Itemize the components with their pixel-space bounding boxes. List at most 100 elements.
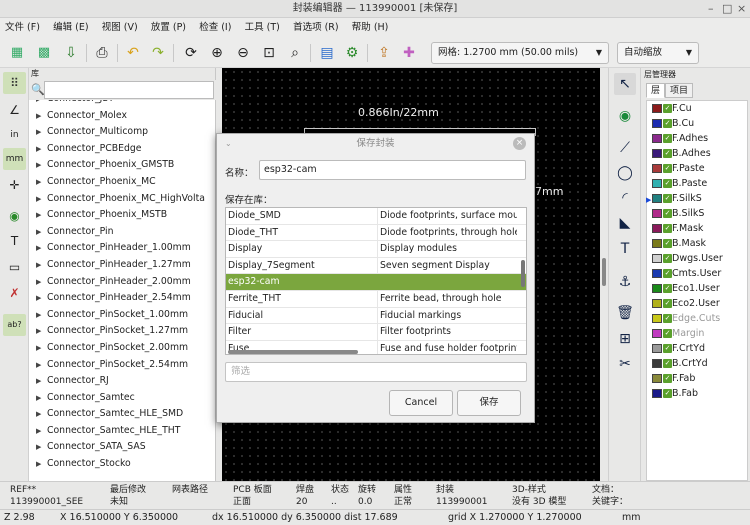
layer-color-swatch[interactable] xyxy=(652,329,662,338)
zoom-fit-icon[interactable]: ⊡ xyxy=(258,42,280,64)
grid-toggle-icon[interactable]: ⠿ xyxy=(3,72,26,94)
library-item[interactable]: ▶ Connector_PinSocket_1.27mm xyxy=(29,323,216,340)
library-item[interactable]: ▶ Connector_PinHeader_2.54mm xyxy=(29,290,216,307)
zoom-select[interactable]: 自动缩放 ▼ xyxy=(617,42,699,64)
library-item[interactable]: ▶ Connector_Phoenix_GMSTB xyxy=(29,157,216,174)
expand-arrow-icon[interactable]: ▶ xyxy=(36,423,47,440)
cursor-shape-icon[interactable]: ✛ xyxy=(3,174,26,196)
layer-color-swatch[interactable] xyxy=(652,149,662,158)
expand-arrow-icon[interactable]: ▶ xyxy=(36,257,47,274)
expand-arrow-icon[interactable]: ▶ xyxy=(36,406,47,423)
units-inch-icon[interactable]: in xyxy=(3,124,26,146)
graphic-sketch-icon[interactable]: ▭ xyxy=(3,256,26,278)
new-footprint-icon[interactable]: ▦ xyxy=(6,42,28,64)
zoom-in-icon[interactable]: ⊕ xyxy=(206,42,228,64)
table-row[interactable]: Display_7Segment Seven segment Display xyxy=(226,257,526,275)
layer-visible-checkbox[interactable]: ✓ xyxy=(663,359,672,368)
layer-visible-checkbox[interactable]: ✓ xyxy=(663,164,672,173)
layer-visible-checkbox[interactable]: ✓ xyxy=(663,194,672,203)
table-row[interactable]: Display Display modules xyxy=(226,241,526,258)
table-row[interactable]: Filter Filter footprints xyxy=(226,324,526,341)
library-item[interactable]: ▶ Connector_Samtec_HLE_THT xyxy=(29,423,216,440)
table-row[interactable]: esp32-cam xyxy=(226,274,526,291)
expand-arrow-icon[interactable]: ▶ xyxy=(36,274,47,291)
layer-color-swatch[interactable] xyxy=(652,374,662,383)
library-item[interactable]: ▶ Connector_Multicomp xyxy=(29,124,216,141)
maximize-icon[interactable]: □ xyxy=(722,0,732,18)
library-item[interactable]: ▶ Connector_PinHeader_1.00mm xyxy=(29,240,216,257)
layer-color-swatch[interactable] xyxy=(652,269,662,278)
scrollbar-thumb[interactable] xyxy=(602,258,606,286)
add-text-icon[interactable]: T xyxy=(614,238,636,260)
layer-visible-checkbox[interactable]: ✓ xyxy=(663,239,672,248)
layer-visible-checkbox[interactable]: ✓ xyxy=(663,299,672,308)
table-row[interactable]: Ferrite_THT Ferrite bead, through hole xyxy=(226,290,526,308)
layer-row[interactable]: ✓ Cmts.User xyxy=(647,266,747,281)
library-item[interactable]: ▶ Connector_Phoenix_MC xyxy=(29,174,216,191)
name-input[interactable]: esp32-cam xyxy=(259,160,526,180)
expand-arrow-icon[interactable]: ▶ xyxy=(36,373,47,390)
library-item[interactable]: ▶Connector_JST xyxy=(29,100,216,108)
layer-color-swatch[interactable] xyxy=(652,134,662,143)
cancel-button[interactable]: Cancel xyxy=(389,390,453,416)
insert-into-board-icon[interactable]: ✚ xyxy=(398,42,420,64)
show-library-icon[interactable]: ab? xyxy=(3,314,26,336)
layer-row[interactable]: ✓ F.Mask xyxy=(647,221,747,236)
menu-preferences[interactable]: 首选项 (R) xyxy=(288,18,344,38)
layer-row[interactable]: ✓ B.SilkS xyxy=(647,206,747,221)
layer-row[interactable]: ✓ F.Fab xyxy=(647,371,747,386)
units-mm-icon[interactable]: mm xyxy=(3,148,26,170)
library-item[interactable]: ▶ Connector_PinSocket_1.00mm xyxy=(29,307,216,324)
measure-icon[interactable]: ⊞ xyxy=(614,328,636,350)
text-sketch-icon[interactable]: T xyxy=(3,230,26,252)
add-arc-icon[interactable]: ◜ xyxy=(614,187,636,209)
filter-input[interactable]: 筛选 xyxy=(225,362,527,382)
layer-row[interactable]: ✓ Edge.Cuts xyxy=(647,311,747,326)
select-arrow-icon[interactable]: ↖ xyxy=(614,73,636,95)
layer-row[interactable]: ✓ B.Fab xyxy=(647,386,747,401)
load-from-board-icon[interactable]: ⇪ xyxy=(373,42,395,64)
refresh-icon[interactable]: ⟳ xyxy=(180,42,202,64)
library-item[interactable]: ▶ Connector_PinSocket_2.54mm xyxy=(29,357,216,374)
layer-visible-checkbox[interactable]: ✓ xyxy=(663,104,672,113)
library-item[interactable]: ▶ Connector_Samtec_HLE_SMD xyxy=(29,406,216,423)
expand-arrow-icon[interactable]: ▶ xyxy=(36,290,47,307)
library-item[interactable]: ▶ Connector_PinHeader_2.00mm xyxy=(29,274,216,291)
library-item[interactable]: ▶ Connector_Molex xyxy=(29,108,216,125)
print-icon[interactable]: ⎙ xyxy=(91,42,113,64)
library-item[interactable]: ▶ Connector_PinSocket_2.00mm xyxy=(29,340,216,357)
layer-color-swatch[interactable] xyxy=(652,209,662,218)
layer-row[interactable]: ✓ Eco1.User xyxy=(647,281,747,296)
interactive-delete-icon[interactable]: ✂ xyxy=(614,353,636,375)
library-search-input[interactable] xyxy=(44,81,214,99)
layer-color-swatch[interactable] xyxy=(652,389,662,398)
library-item[interactable]: ▶ Connector_Phoenix_MSTB xyxy=(29,207,216,224)
table-row[interactable]: Diode_THT Diode footprints, through hole xyxy=(226,224,526,242)
add-polygon-icon[interactable]: ◣ xyxy=(614,212,636,234)
expand-arrow-icon[interactable]: ▶ xyxy=(36,340,47,357)
layer-color-swatch[interactable] xyxy=(652,284,662,293)
layer-row[interactable]: ✓ Dwgs.User xyxy=(647,251,747,266)
layer-visible-checkbox[interactable]: ✓ xyxy=(663,179,672,188)
add-pad-icon[interactable]: ◉ xyxy=(614,105,636,127)
layer-color-swatch[interactable] xyxy=(652,179,662,188)
layer-color-swatch[interactable] xyxy=(652,224,662,233)
expand-arrow-icon[interactable]: ▶ xyxy=(36,174,47,191)
expand-arrow-icon[interactable]: ▶ xyxy=(36,224,47,241)
layer-row[interactable]: ▶ ✓ F.SilkS xyxy=(646,191,747,206)
expand-arrow-icon[interactable]: ▶ xyxy=(36,390,47,407)
anchor-icon[interactable]: ⚓ xyxy=(614,271,636,293)
layer-row[interactable]: ✓ B.Paste xyxy=(647,176,747,191)
menu-inspect[interactable]: 检查 (I) xyxy=(194,18,236,38)
layer-color-swatch[interactable] xyxy=(652,119,662,128)
layer-row[interactable]: ✓ Margin xyxy=(647,326,747,341)
save-button[interactable]: 保存 xyxy=(457,390,521,416)
zoom-out-icon[interactable]: ⊖ xyxy=(232,42,254,64)
layer-color-swatch[interactable] xyxy=(652,239,662,248)
library-item[interactable]: ▶ Connector_Phoenix_MC_HighVolta xyxy=(29,191,216,208)
import-icon[interactable]: ⇩ xyxy=(60,42,82,64)
layer-color-swatch[interactable] xyxy=(652,194,662,203)
layer-visible-checkbox[interactable]: ✓ xyxy=(663,374,672,383)
library-item[interactable]: ▶ Connector_PCBEdge xyxy=(29,141,216,158)
layer-visible-checkbox[interactable]: ✓ xyxy=(663,344,672,353)
